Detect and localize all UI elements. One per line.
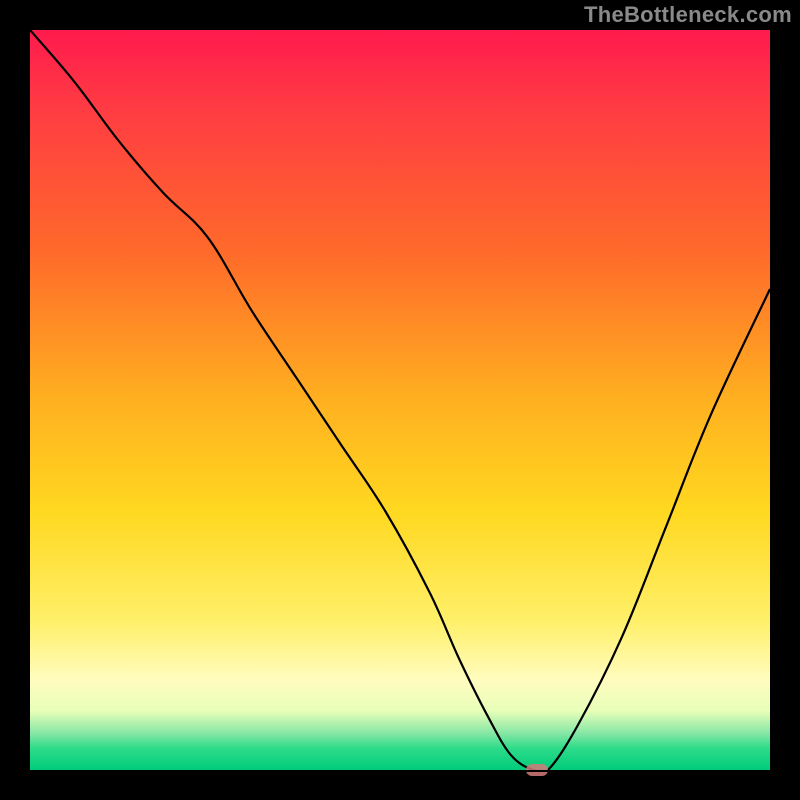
x-axis xyxy=(30,770,770,772)
plot-area xyxy=(30,30,770,770)
watermark-text: TheBottleneck.com xyxy=(584,2,792,28)
bottleneck-curve xyxy=(30,30,770,770)
chart-container: TheBottleneck.com xyxy=(0,0,800,800)
